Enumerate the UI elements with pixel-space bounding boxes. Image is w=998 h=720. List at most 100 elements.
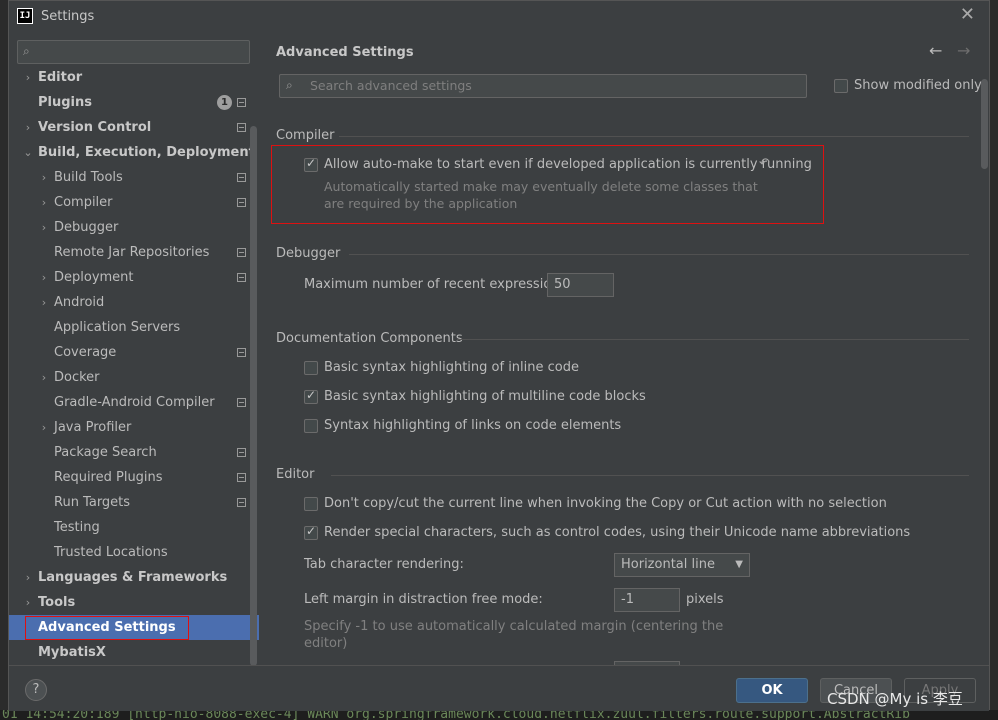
- link-highlight-checkbox[interactable]: [304, 419, 318, 433]
- sidebar-item-label: Package Search: [54, 445, 157, 460]
- console-log-line: 01 14:54:20:189 [http-nio-8088-exec-4] W…: [0, 710, 998, 720]
- left-margin-description-2: editor): [304, 636, 348, 651]
- chevron-right-icon[interactable]: ›: [22, 590, 34, 615]
- chevron-down-icon[interactable]: ⌄: [22, 140, 34, 165]
- show-modified-label: Show modified only: [854, 78, 982, 93]
- multiline-code-highlight-checkbox[interactable]: [304, 388, 318, 404]
- copy-cut-line-label: Don't copy/cut the current line when inv…: [324, 496, 887, 511]
- sidebar-item-plugins[interactable]: Plugins 1: [9, 90, 259, 115]
- forward-arrow-icon[interactable]: →: [957, 41, 970, 60]
- chevron-right-icon[interactable]: ›: [38, 190, 50, 215]
- chevron-down-icon: ▼: [735, 559, 743, 570]
- sidebar-item-docker[interactable]: › Docker: [9, 365, 259, 390]
- sidebar-item-label: Remote Jar Repositories: [54, 245, 210, 260]
- sidebar-item-label: Application Servers: [54, 320, 181, 335]
- left-margin-input[interactable]: -1: [614, 588, 680, 612]
- sidebar-item-tools[interactable]: › Tools: [9, 590, 259, 615]
- left-margin-description-1: Specify -1 to use automatically calculat…: [304, 619, 724, 634]
- chevron-right-icon[interactable]: ›: [22, 115, 34, 140]
- divider: [349, 254, 969, 255]
- sidebar-item-label: Debugger: [54, 220, 119, 235]
- sidebar-item-label: Testing: [54, 520, 100, 535]
- reset-icon[interactable]: ↶: [759, 156, 770, 171]
- project-level-icon: [237, 273, 246, 282]
- sidebar-item-label: Deployment: [54, 270, 134, 285]
- settings-tree: › Editor Plugins 1 › Version Control ⌄ Build, E…: [9, 65, 259, 665]
- automake-checkbox[interactable]: [304, 156, 318, 172]
- search-placeholder: Search advanced settings: [310, 78, 472, 93]
- search-icon: ⌕: [286, 78, 293, 92]
- copy-cut-line-checkbox[interactable]: [304, 497, 318, 511]
- sidebar-item-label: Trusted Locations: [54, 545, 168, 560]
- sidebar-item-version-control[interactable]: › Version Control: [9, 115, 259, 140]
- sidebar-scrollbar[interactable]: [250, 126, 257, 665]
- sidebar-item-languages-frameworks[interactable]: › Languages & Frameworks: [9, 565, 259, 590]
- sidebar-item-compiler[interactable]: › Compiler: [9, 190, 259, 215]
- content-scrollbar[interactable]: [981, 79, 988, 169]
- sidebar-item-editor[interactable]: › Editor: [9, 65, 259, 90]
- sidebar-item-package-search[interactable]: Package Search: [9, 440, 259, 465]
- max-expressions-input[interactable]: 50: [547, 273, 614, 297]
- sidebar-item-coverage[interactable]: Coverage: [9, 340, 259, 365]
- sidebar-item-remote-jar-repositories[interactable]: Remote Jar Repositories: [9, 240, 259, 265]
- compiler-section-header: Compiler: [276, 128, 335, 143]
- page-title: Advanced Settings: [276, 45, 414, 60]
- advanced-search-input[interactable]: ⌕ Search advanced settings: [279, 74, 807, 98]
- sidebar-item-label: Editor: [38, 70, 83, 85]
- sidebar-item-label: Languages & Frameworks: [38, 570, 228, 585]
- chevron-right-icon[interactable]: ›: [38, 415, 50, 440]
- left-margin-label: Left margin in distraction free mode:: [304, 592, 543, 607]
- chevron-right-icon[interactable]: ›: [38, 290, 50, 315]
- sidebar-item-label: Plugins: [38, 95, 92, 110]
- sidebar-item-label: Compiler: [54, 195, 113, 210]
- sidebar-item-deployment[interactable]: › Deployment: [9, 265, 259, 290]
- watermark: CSDN @My is 李豆: [827, 690, 963, 708]
- sidebar-item-mybatisx[interactable]: MybatisX: [9, 640, 259, 665]
- close-icon[interactable]: ✕: [960, 6, 975, 24]
- multiline-code-highlight-label: Basic syntax highlighting of multiline c…: [324, 389, 646, 404]
- window-title: Settings: [41, 8, 95, 24]
- help-button[interactable]: ?: [25, 679, 47, 701]
- sidebar-search-input[interactable]: ⌕: [17, 40, 250, 64]
- chevron-right-icon[interactable]: ›: [22, 65, 34, 90]
- sidebar-item-android[interactable]: › Android: [9, 290, 259, 315]
- render-special-chars-checkbox[interactable]: [304, 524, 318, 540]
- chevron-right-icon[interactable]: ›: [38, 265, 50, 290]
- show-modified-checkbox[interactable]: [834, 79, 848, 93]
- sidebar-item-build-execution-deployment[interactable]: ⌄ Build, Execution, Deployment: [9, 140, 259, 165]
- sidebar-item-java-profiler[interactable]: › Java Profiler: [9, 415, 259, 440]
- tab-rendering-label: Tab character rendering:: [304, 557, 464, 572]
- sidebar-item-testing[interactable]: Testing: [9, 515, 259, 540]
- link-highlight-label: Syntax highlighting of links on code ele…: [324, 418, 622, 433]
- sidebar-item-run-targets[interactable]: Run Targets: [9, 490, 259, 515]
- settings-sidebar: ⌕ › Editor Plugins 1 › Version Control ⌄ Build,…: [9, 31, 259, 665]
- back-arrow-icon[interactable]: ←: [929, 41, 942, 60]
- chevron-right-icon[interactable]: ›: [22, 565, 34, 590]
- sidebar-item-required-plugins[interactable]: Required Plugins: [9, 465, 259, 490]
- tab-rendering-select[interactable]: Horizontal line ▼: [614, 553, 750, 577]
- chevron-right-icon[interactable]: ›: [38, 215, 50, 240]
- sidebar-item-advanced-settings[interactable]: Advanced Settings: [9, 615, 259, 640]
- project-level-icon: [237, 198, 246, 207]
- project-level-icon: [237, 248, 246, 257]
- chevron-right-icon[interactable]: ›: [38, 365, 50, 390]
- sidebar-item-trusted-locations[interactable]: Trusted Locations: [9, 540, 259, 565]
- sidebar-item-label: Version Control: [38, 120, 152, 135]
- highlight-outline: [25, 616, 189, 640]
- sidebar-item-label: Coverage: [54, 345, 117, 360]
- project-level-icon: [237, 348, 246, 357]
- sidebar-item-debugger[interactable]: › Debugger: [9, 215, 259, 240]
- sidebar-item-label: Build, Execution, Deployment: [38, 145, 255, 160]
- chevron-right-icon[interactable]: ›: [38, 165, 50, 190]
- advanced-settings-panel: Advanced Settings ← → ⌕ Search advanced …: [259, 31, 989, 665]
- project-level-icon: [237, 173, 246, 182]
- sidebar-item-build-tools[interactable]: › Build Tools: [9, 165, 259, 190]
- inline-code-highlight-checkbox[interactable]: [304, 361, 318, 375]
- title-bar: IJ Settings ✕: [9, 1, 989, 31]
- ok-button[interactable]: OK: [736, 678, 808, 703]
- sidebar-item-application-servers[interactable]: Application Servers: [9, 315, 259, 340]
- sidebar-item-gradle-android-compiler[interactable]: Gradle-Android Compiler: [9, 390, 259, 415]
- sidebar-item-label: Run Targets: [54, 495, 131, 510]
- render-special-chars-label: Render special characters, such as contr…: [324, 525, 911, 540]
- project-level-icon: [237, 473, 246, 482]
